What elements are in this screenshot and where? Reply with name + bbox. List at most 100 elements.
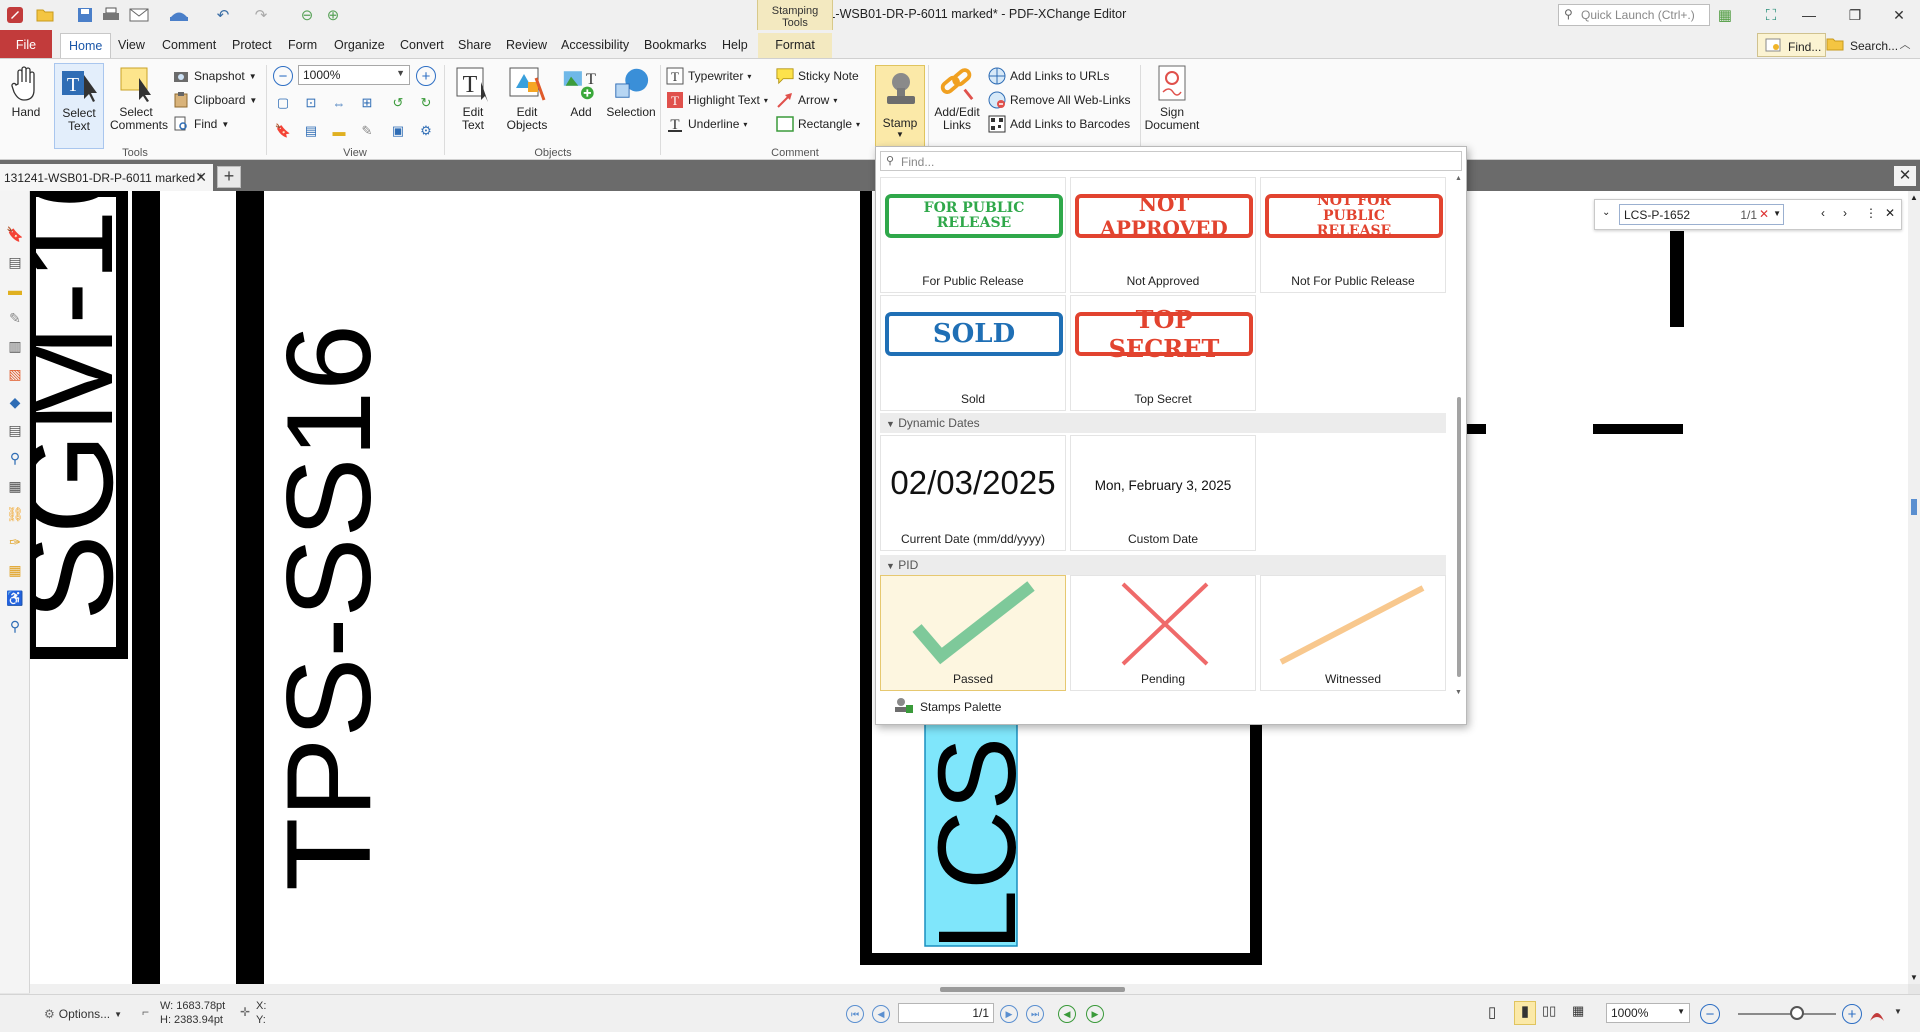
fit-width-icon[interactable]: ⇔: [329, 93, 349, 113]
zoom-combo[interactable]: 1000% ▼: [298, 65, 410, 85]
rotate-left-icon[interactable]: ↺: [388, 93, 408, 113]
fit-visible-icon[interactable]: ⊞: [357, 93, 377, 113]
stamps-icon[interactable]: ✑: [4, 531, 26, 553]
stamp-panel-scrollbar[interactable]: ▲ ▼: [1455, 175, 1463, 696]
properties-icon[interactable]: ▥: [4, 335, 26, 357]
stamp-current-date[interactable]: 02/03/2025 Current Date (mm/dd/yyyy): [880, 435, 1066, 551]
category-header-dynamic-dates[interactable]: ▼ Dynamic Dates: [880, 413, 1446, 433]
find-options-chevron-icon[interactable]: ⌄: [1602, 207, 1610, 218]
find-button[interactable]: Find...: [1757, 33, 1827, 57]
tab-format[interactable]: Format: [758, 33, 832, 58]
stamp-button[interactable]: Stamp ▼: [875, 65, 925, 151]
typewriter-button[interactable]: T Typewriter ▾: [666, 65, 751, 87]
stamps-palette-button[interactable]: Stamps Palette: [892, 695, 1001, 719]
close-tab-icon[interactable]: ✕: [195, 169, 207, 186]
bookmarks-icon[interactable]: 🔖: [4, 223, 26, 245]
links-icon[interactable]: ⛓: [4, 503, 26, 525]
thumbnails-icon[interactable]: ▤: [4, 251, 26, 273]
stamp-top-secret[interactable]: TOP SECRET Top Secret: [1070, 295, 1256, 411]
scroll-up-arrow-icon[interactable]: ▲: [1455, 175, 1462, 182]
customize-toolbar-icon[interactable]: ▦: [1714, 4, 1736, 26]
tab-comment[interactable]: Comment: [154, 33, 224, 58]
status-menu-chevron-icon[interactable]: ▼: [1894, 1007, 1902, 1016]
next-page-icon[interactable]: ▶: [1000, 1005, 1018, 1023]
scroll-down-arrow-icon[interactable]: ▼: [1910, 973, 1918, 982]
pages-view-icon[interactable]: ▤: [301, 121, 321, 141]
previous-page-icon[interactable]: ◀: [872, 1005, 890, 1023]
remove-links-button[interactable]: Remove All Web-Links: [988, 89, 1131, 111]
attachments-view-icon[interactable]: ✎: [357, 121, 377, 141]
tab-view[interactable]: View: [110, 33, 153, 58]
forms-icon[interactable]: ▦: [4, 559, 26, 581]
stamp-pending[interactable]: Pending: [1070, 575, 1256, 691]
quick-launch-input[interactable]: ⚲ Quick Launch (Ctrl+.): [1558, 4, 1710, 26]
stamp-search-input[interactable]: ⚲ Find...: [880, 151, 1462, 171]
tab-home[interactable]: Home: [60, 33, 112, 58]
tab-accessibility[interactable]: Accessibility: [553, 33, 637, 58]
bookmark-view-icon[interactable]: 🔖: [273, 121, 293, 141]
status-zoom-combo[interactable]: 1000% ▼: [1606, 1003, 1690, 1023]
last-page-icon[interactable]: ⏭: [1026, 1005, 1044, 1023]
new-tab-button[interactable]: +: [217, 166, 241, 188]
minimize-button[interactable]: —: [1786, 0, 1832, 30]
clipboard-button[interactable]: Clipboard ▼: [172, 89, 257, 111]
tab-form[interactable]: Form: [280, 33, 325, 58]
next-view-icon[interactable]: ▶: [1086, 1005, 1104, 1023]
layers-icon[interactable]: ◆: [4, 391, 26, 413]
tab-share[interactable]: Share: [450, 33, 499, 58]
options-button[interactable]: ⚙ Options... ▼: [44, 1007, 122, 1021]
find-history-chevron-icon[interactable]: ▼: [1773, 209, 1781, 218]
continuous-facing-icon[interactable]: ▦: [1572, 1003, 1584, 1019]
stamp-sold[interactable]: SOLD Sold: [880, 295, 1066, 411]
vertical-scrollbar[interactable]: ▲ ▼: [1908, 191, 1920, 984]
accessibility-icon[interactable]: ♿: [4, 587, 26, 609]
find-tool-button[interactable]: Find ▼: [172, 113, 229, 135]
previous-view-icon[interactable]: ◀: [1058, 1005, 1076, 1023]
signatures-icon[interactable]: ▧: [4, 363, 26, 385]
category-header-pid[interactable]: ▼ PID: [880, 555, 1446, 575]
document-tab[interactable]: 131241-WSB01-DR-P-6011 marked * ✕: [0, 164, 213, 191]
tags-icon[interactable]: ▦: [4, 475, 26, 497]
actual-size-icon[interactable]: ▢: [273, 93, 293, 113]
stamp-not-for-public-release[interactable]: NOT FOR PUBLIC RELEASE Not For Public Re…: [1260, 177, 1446, 293]
snapshot-button[interactable]: Snapshot ▼: [172, 65, 257, 87]
zoom-slider-thumb[interactable]: [1790, 1006, 1804, 1020]
sticky-note-button[interactable]: Sticky Note: [776, 65, 859, 87]
add-links-urls-button[interactable]: Add Links to URLs: [988, 65, 1109, 87]
edit-text-button[interactable]: T Edit Text: [448, 63, 498, 132]
close-document-button[interactable]: ✕: [1894, 166, 1916, 186]
scroll-down-arrow-icon[interactable]: ▼: [1455, 689, 1462, 696]
add-object-button[interactable]: T Add: [556, 63, 606, 119]
hand-tool-button[interactable]: Hand: [6, 63, 46, 119]
search-button[interactable]: Search...: [1820, 33, 1902, 57]
close-button[interactable]: ✕: [1876, 0, 1920, 30]
selection-button[interactable]: Selection: [606, 63, 656, 119]
facing-pages-icon[interactable]: ▯▯: [1542, 1003, 1556, 1019]
zoom-in-button[interactable]: +: [416, 66, 436, 86]
stamp-witnessed[interactable]: Witnessed: [1260, 575, 1446, 691]
search-results-icon[interactable]: ⚲: [4, 615, 26, 637]
zoom-out-button[interactable]: −: [273, 66, 293, 86]
fullscreen-icon[interactable]: ⛶: [1760, 4, 1782, 26]
first-page-icon[interactable]: ⏮: [846, 1005, 864, 1023]
view-settings-icon[interactable]: ⚙: [416, 121, 436, 141]
tab-help[interactable]: Help: [714, 33, 756, 58]
tab-bookmarks[interactable]: Bookmarks: [636, 33, 715, 58]
tab-protect[interactable]: Protect: [224, 33, 280, 58]
tab-convert[interactable]: Convert: [392, 33, 452, 58]
select-text-button[interactable]: T Select Text: [54, 63, 104, 149]
horizontal-scrollbar[interactable]: [30, 984, 1908, 994]
find-close-icon[interactable]: ✕: [1885, 206, 1895, 220]
comments-icon[interactable]: ▬: [4, 279, 26, 301]
horizontal-scroll-thumb[interactable]: [940, 987, 1125, 992]
tab-review[interactable]: Review: [498, 33, 555, 58]
find-previous-icon[interactable]: ‹: [1821, 206, 1825, 220]
page-number-input[interactable]: 1/1: [898, 1003, 994, 1023]
properties-view-icon[interactable]: ▣: [388, 121, 408, 141]
add-links-barcodes-button[interactable]: Add Links to Barcodes: [988, 113, 1130, 135]
stamp-scroll-thumb[interactable]: [1457, 397, 1461, 677]
rotate-right-icon[interactable]: ↻: [416, 93, 436, 113]
rectangle-button[interactable]: Rectangle ▾: [776, 113, 860, 135]
comments-view-icon[interactable]: ▬: [329, 121, 349, 141]
edit-objects-button[interactable]: Edit Objects: [500, 63, 554, 132]
